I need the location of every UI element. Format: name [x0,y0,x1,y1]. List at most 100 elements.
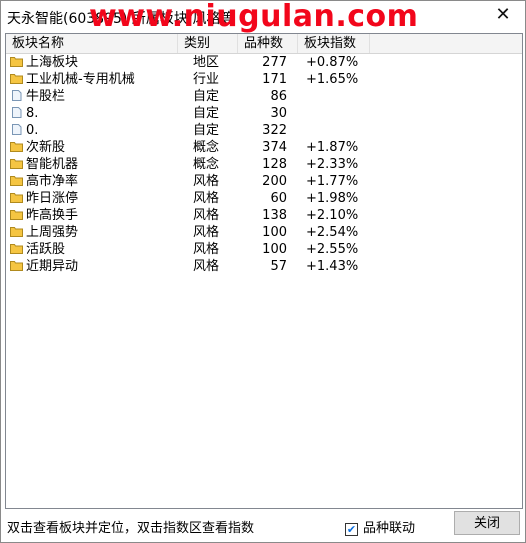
row-type: 地区 [193,55,220,70]
row-index[interactable]: +1.65% [306,71,358,88]
table-row[interactable]: 工业机械-专用机械 行业 171 +1.65% [6,71,522,88]
row-count: 30 [270,106,287,121]
linkage-checkbox[interactable]: ✔ 品种联动 [345,517,415,536]
table-row[interactable]: 高市净率 风格 200 +1.77% [6,173,522,190]
row-count: 128 [262,157,287,172]
row-name-label: 上周强势 [26,225,79,240]
sector-list[interactable]: 板块名称 类别 品种数 板块指数 上海板块 地区 277 +0.87% 工业机械-专用机… [5,33,523,509]
table-row[interactable]: 牛股栏 自定 86 [6,88,522,105]
row-type: 自定 [193,89,220,104]
row-type: 自定 [193,106,220,121]
row-type: 风格 [193,259,220,274]
row-count: 100 [262,242,287,257]
row-count: 277 [262,55,287,70]
row-type: 风格 [193,225,220,240]
row-name: 牛股栏 [10,88,65,105]
table-row[interactable]: 上海板块 地区 277 +0.87% [6,54,522,71]
row-name: 活跃股 [10,241,65,258]
column-header-index[interactable]: 板块指数 [298,34,370,53]
row-name: 工业机械-专用机械 [10,71,135,88]
row-index[interactable]: +1.98% [306,190,358,207]
linkage-checkbox-label: 品种联动 [363,521,416,536]
row-index[interactable]: +1.87% [306,139,358,156]
row-name-label: 活跃股 [26,242,66,257]
row-name: 昨高换手 [10,207,78,224]
row-count: 171 [262,72,287,87]
row-name: 高市净率 [10,173,78,190]
row-name-label: 牛股栏 [26,89,66,104]
row-index[interactable]: +2.10% [306,207,358,224]
row-count: 138 [262,208,287,223]
row-type: 风格 [193,174,220,189]
row-name: 近期异动 [10,258,78,275]
table-row[interactable]: 昨日涨停 风格 60 +1.98% [6,190,522,207]
row-name-label: 次新股 [26,140,66,155]
row-count: 86 [270,89,287,104]
folder-icon [10,242,23,254]
folder-icon [10,174,23,186]
folder-icon [10,191,23,203]
document-icon [10,123,23,135]
column-header-name[interactable]: 板块名称 [6,34,178,53]
row-name: 上周强势 [10,224,78,241]
table-row[interactable]: 昨高换手 风格 138 +2.10% [6,207,522,224]
row-type: 行业 [193,72,220,87]
table-row[interactable]: 8. 自定 30 [6,105,522,122]
row-count: 60 [270,191,287,206]
table-row[interactable]: 次新股 概念 374 +1.87% [6,139,522,156]
folder-icon [10,55,23,67]
dialog-window: 天永智能(603895) 所属板块/风格等 www.niugulan.com ✕… [0,0,526,543]
row-name-label: 高市净率 [26,174,79,189]
watermark: www.niugulan.com [89,0,419,34]
row-type: 自定 [193,123,220,138]
table-row[interactable]: 活跃股 风格 100 +2.55% [6,241,522,258]
row-count: 100 [262,225,287,240]
folder-icon [10,259,23,271]
footer-bar: 双击查看板块并定位，双击指数区查看指数 ✔ 品种联动 关闭 [1,509,525,541]
row-index[interactable]: +0.87% [306,54,358,71]
row-name: 次新股 [10,139,65,156]
column-header-type[interactable]: 类别 [178,34,238,53]
row-count: 322 [262,123,287,138]
folder-icon [10,140,23,152]
folder-icon [10,72,23,84]
row-name-label: 工业机械-专用机械 [26,72,135,87]
row-type: 风格 [193,208,220,223]
close-icon[interactable]: ✕ [491,4,515,26]
row-name-label: 8. [26,106,39,121]
column-header-count[interactable]: 品种数 [238,34,298,53]
table-row[interactable]: 上周强势 风格 100 +2.54% [6,224,522,241]
row-name: 智能机器 [10,156,78,173]
table-row[interactable]: 智能机器 概念 128 +2.33% [6,156,522,173]
document-icon [10,89,23,101]
row-count: 374 [262,140,287,155]
list-header: 板块名称 类别 品种数 板块指数 [6,34,522,54]
row-index[interactable]: +2.33% [306,156,358,173]
row-index[interactable]: +1.77% [306,173,358,190]
row-name: 昨日涨停 [10,190,78,207]
row-type: 风格 [193,242,220,257]
row-name: 0. [10,122,38,139]
row-type: 风格 [193,191,220,206]
row-count: 200 [262,174,287,189]
row-index[interactable]: +2.55% [306,241,358,258]
row-name-label: 近期异动 [26,259,79,274]
document-icon [10,106,23,118]
row-name-label: 昨高换手 [26,208,79,223]
row-name-label: 智能机器 [26,157,79,172]
checkbox-check-icon[interactable]: ✔ [345,523,358,536]
row-count: 57 [270,259,287,274]
table-row[interactable]: 0. 自定 322 [6,122,522,139]
folder-icon [10,157,23,169]
close-button[interactable]: 关闭 [454,511,520,535]
row-name: 8. [10,105,38,122]
title-bar: 天永智能(603895) 所属板块/风格等 www.niugulan.com ✕ [1,0,525,34]
row-index[interactable]: +2.54% [306,224,358,241]
row-index[interactable]: +1.43% [306,258,358,275]
folder-icon [10,208,23,220]
row-name-label: 上海板块 [26,55,79,70]
row-type: 概念 [193,140,220,155]
row-name: 上海板块 [10,54,78,71]
folder-icon [10,225,23,237]
table-row[interactable]: 近期异动 风格 57 +1.43% [6,258,522,275]
